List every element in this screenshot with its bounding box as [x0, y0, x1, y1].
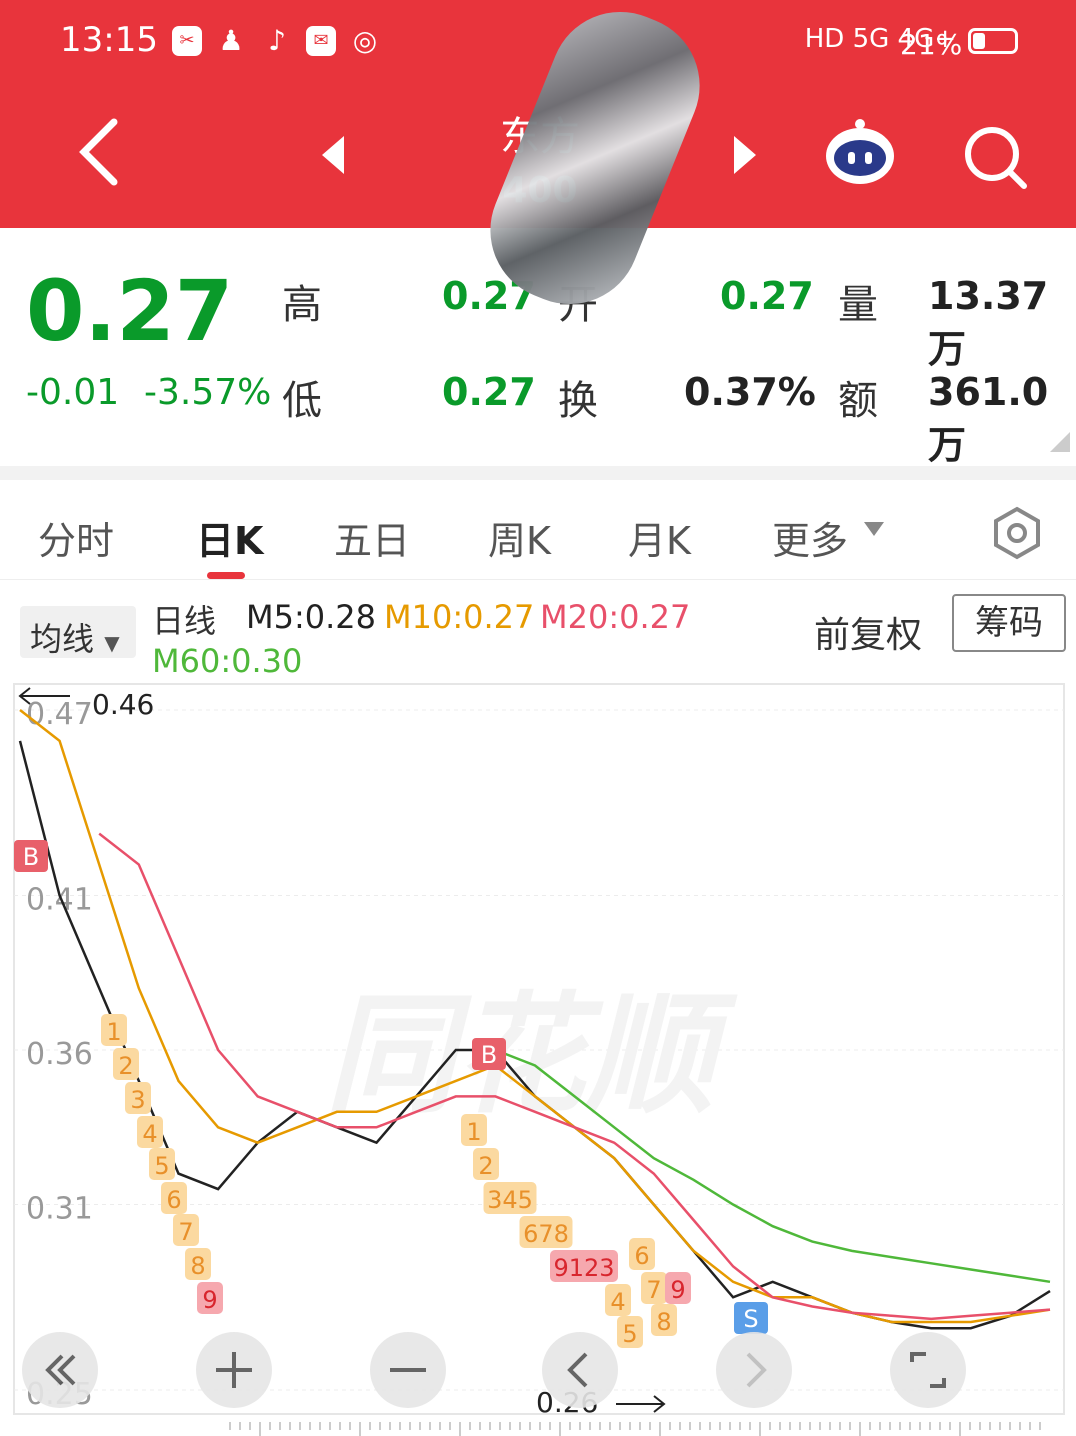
y-tick-label: 0.31: [26, 1192, 93, 1227]
sequence-label: 6: [634, 1242, 649, 1270]
planet-icon: ◎: [352, 24, 378, 57]
settings-icon[interactable]: [990, 506, 1044, 560]
more-dropdown-icon[interactable]: [862, 520, 886, 538]
sequence-label: 8: [190, 1252, 205, 1280]
status-bar: 13:15 ✂ ♟ ♪ ✉ ◎ HD 5G 4G+ 21%: [0, 0, 1076, 90]
line-type-label: 日线: [152, 602, 217, 640]
low-value: 0.27: [442, 370, 536, 414]
battery-percent: 21%: [900, 28, 963, 61]
sequence-label: 9123: [553, 1254, 614, 1282]
expand-corner-icon[interactable]: [1050, 432, 1070, 452]
battery-icon: [968, 28, 1018, 54]
sequence-label: 4: [610, 1288, 625, 1316]
chevron-down-icon: ▼: [104, 631, 120, 655]
fullscreen-button[interactable]: [890, 1332, 966, 1408]
price-change: -0.01: [26, 372, 120, 413]
signal-label: B: [481, 1041, 497, 1069]
volume-value: 13.37万: [928, 274, 1049, 371]
status-time: 13:15: [60, 20, 158, 60]
sequence-label: 7: [178, 1218, 193, 1246]
tab-weekly-k[interactable]: 周K: [488, 510, 551, 565]
y-tick-label: 0.47: [26, 697, 93, 732]
sequence-label: 1: [106, 1018, 121, 1046]
signal-label: B: [23, 843, 39, 871]
ma-dropdown-label: 均线: [30, 620, 95, 658]
divider: [0, 466, 1076, 480]
volume-label: 量: [838, 282, 878, 328]
scroll-start-button[interactable]: [22, 1332, 98, 1408]
tab-more[interactable]: 更多: [772, 510, 848, 565]
kline-chart[interactable]: 同花顺 0.470.410.360.310.25 0.460.26BBS1234…: [0, 680, 1076, 1436]
y-tick-label: 0.36: [26, 1037, 93, 1072]
tab-daily-k[interactable]: 日K: [196, 510, 263, 565]
mail-icon: ✉: [306, 26, 336, 56]
sequence-label: 4: [142, 1120, 157, 1148]
ma10-value: M10:0.27: [384, 598, 535, 636]
tab-five-day[interactable]: 五日: [334, 510, 410, 565]
sequence-label: 2: [118, 1052, 133, 1080]
scroll-left-button[interactable]: [542, 1332, 618, 1408]
max-price-label: 0.46: [92, 688, 154, 721]
signal-label: S: [743, 1305, 758, 1333]
ma60-value: M60:0.30: [152, 642, 303, 680]
last-price: 0.27: [26, 262, 234, 360]
zoom-in-button[interactable]: [196, 1332, 272, 1408]
sequence-label: 9: [670, 1276, 685, 1304]
search-icon[interactable]: [960, 122, 1030, 192]
min-arrow-icon: [616, 1395, 666, 1413]
sequence-label: 6: [166, 1186, 181, 1214]
sequence-label: 7: [646, 1276, 661, 1304]
sequence-label: 3: [130, 1086, 145, 1114]
amount-value: 361.0万: [928, 370, 1049, 467]
ma5-value: M5:0.28: [246, 598, 376, 636]
sequence-label: 5: [622, 1320, 637, 1348]
zoom-out-button[interactable]: [370, 1332, 446, 1408]
tab-monthly-k[interactable]: 月K: [628, 510, 691, 565]
back-arrow-icon[interactable]: [70, 112, 130, 192]
tiktok-icon: ♪: [268, 24, 286, 57]
scroll-right-button[interactable]: [716, 1332, 792, 1408]
active-tab-indicator: [207, 572, 245, 579]
next-stock-icon[interactable]: [730, 134, 760, 176]
penguin-icon: ♟: [218, 24, 244, 57]
sequence-label: 2: [478, 1152, 493, 1180]
robot-assistant-icon[interactable]: [822, 118, 898, 188]
ma20-value: M20:0.27: [540, 598, 691, 636]
ma-dropdown[interactable]: 均线 ▼: [20, 606, 136, 658]
sequence-label: 345: [487, 1186, 533, 1214]
price-adjust-toggle[interactable]: 前复权: [814, 606, 922, 658]
sequence-label: 678: [523, 1220, 569, 1248]
sequence-label: 5: [154, 1152, 169, 1180]
camera-icon: ✂: [172, 26, 202, 56]
low-label: 低: [282, 378, 322, 424]
turnover-value: 0.37%: [684, 370, 816, 414]
amount-label: 额: [838, 378, 878, 424]
open-value: 0.27: [720, 274, 814, 318]
high-label: 高: [282, 282, 322, 328]
sequence-label: 8: [656, 1308, 671, 1336]
y-tick-label: 0.41: [26, 882, 93, 917]
prev-stock-icon[interactable]: [318, 134, 348, 176]
sequence-label: 1: [466, 1118, 481, 1146]
tab-intraday[interactable]: 分时: [38, 510, 114, 565]
turnover-label: 换: [558, 378, 598, 424]
sequence-label: 9: [202, 1286, 217, 1314]
chip-distribution-button[interactable]: 筹码: [952, 594, 1066, 652]
price-change-pct: -3.57%: [144, 372, 272, 413]
